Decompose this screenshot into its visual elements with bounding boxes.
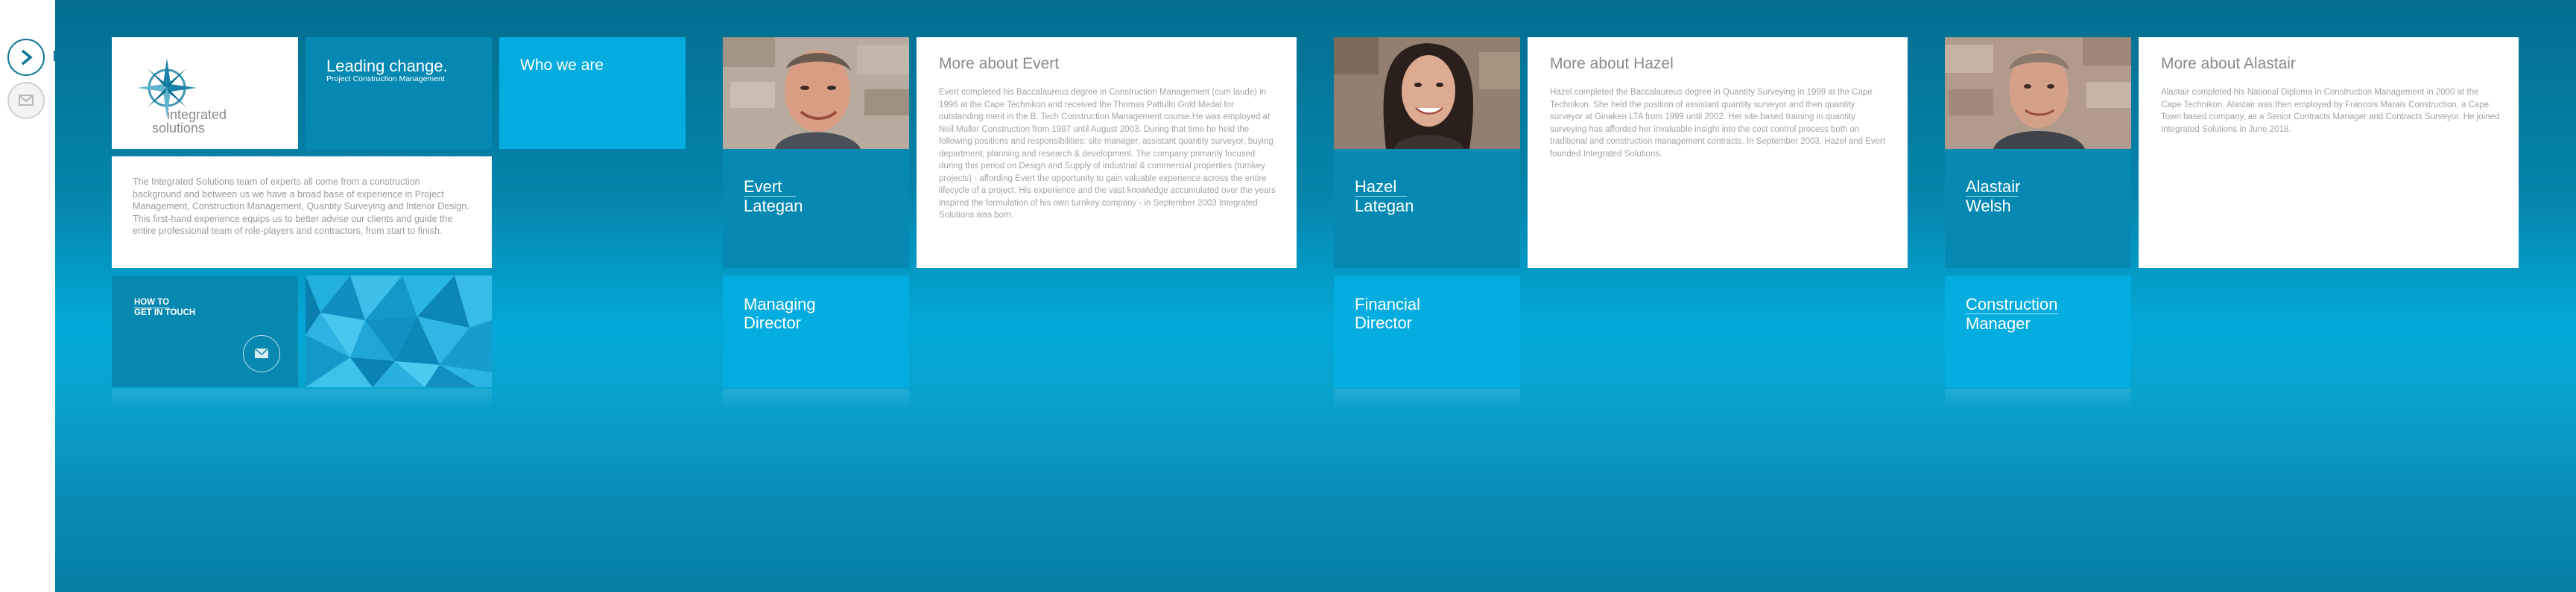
brand-title: Leading change. xyxy=(326,57,448,75)
alastair-bio-tile: More about Alastair Alastair completed h… xyxy=(2139,37,2519,268)
who-we-are-tile[interactable]: Who we are xyxy=(499,37,686,149)
triangle-pattern xyxy=(306,276,492,387)
alastair-role-tile[interactable]: Construction Manager xyxy=(1945,276,2131,387)
brand-subtitle: Project Construction Management xyxy=(326,74,445,83)
portrait-woman xyxy=(1334,37,1520,149)
evert-role-line2: Director xyxy=(744,313,802,332)
next-nav-button[interactable] xyxy=(7,39,45,76)
mail-icon xyxy=(254,347,268,358)
contact-line1: HOW TO xyxy=(134,298,170,308)
alastair-more-title: More about Alastair xyxy=(2161,55,2296,72)
geometric-pattern-tile xyxy=(306,276,492,387)
alastair-role-line2: Manager xyxy=(1966,314,2031,333)
portrait-man-1 xyxy=(723,37,909,149)
evert-first-name: Evert xyxy=(744,177,782,196)
alastair-first-name: Alastair xyxy=(1966,177,2021,196)
evert-name-tile[interactable]: Evert Lategan xyxy=(723,149,909,268)
hazel-last-name: Lategan xyxy=(1355,197,1414,215)
evert-last-name: Lategan xyxy=(744,197,803,215)
evert-bio-tile: More about Evert Evert completed his Bac… xyxy=(917,37,1297,268)
evert-reflection xyxy=(723,389,909,410)
contact-line2: GET IN TOUCH xyxy=(134,308,196,317)
evert-bio-text: Evert completed his Baccalaureus degree … xyxy=(939,88,1276,220)
hazel-first-name: Hazel xyxy=(1355,177,1397,196)
evert-role-line1: Managing xyxy=(744,295,816,313)
hazel-role-tile[interactable]: Financial Director xyxy=(1334,276,1520,387)
mail-icon xyxy=(19,95,34,106)
hazel-reflection xyxy=(1334,389,1520,410)
hazel-bio-tile: More about Hazel Hazel completed the Bac… xyxy=(1528,37,1908,268)
evert-more-title: More about Evert xyxy=(939,55,1060,72)
alastair-bio-text: Alastair completed his National Diploma … xyxy=(2161,88,2500,134)
alastair-last-name: Welsh xyxy=(1966,197,2011,215)
hazel-photo xyxy=(1334,37,1520,149)
alastair-name-tile[interactable]: Alastair Welsh xyxy=(1945,149,2131,268)
active-pointer xyxy=(54,50,61,62)
who-we-are-title: Who we are xyxy=(520,57,604,74)
hazel-more-title: More about Hazel xyxy=(1550,55,1674,72)
alastair-reflection xyxy=(1945,389,2131,410)
alastair-role-line1: Construction xyxy=(1966,295,2058,314)
logo-tile[interactable]: integrated solutions xyxy=(112,37,298,149)
contact-tile[interactable]: HOW TO GET IN TOUCH xyxy=(112,276,298,387)
evert-photo xyxy=(723,37,909,149)
alastair-photo xyxy=(1945,37,2131,149)
evert-role-tile[interactable]: Managing Director xyxy=(723,276,909,387)
hazel-bio-text: Hazel completed the Baccalaureus degree … xyxy=(1550,88,1886,159)
intro-reflection xyxy=(112,389,492,410)
about-tile: The Integrated Solutions team of experts… xyxy=(112,156,492,268)
portrait-man-2 xyxy=(1945,37,2131,149)
contact-mail-button[interactable] xyxy=(243,335,280,372)
hazel-role-line1: Financial xyxy=(1355,295,1421,313)
chevron-right-icon xyxy=(21,49,33,66)
mail-nav-button[interactable] xyxy=(7,82,45,119)
hazel-name-tile[interactable]: Hazel Lategan xyxy=(1334,149,1520,268)
logo-word-solutions: solutions xyxy=(152,121,206,136)
hazel-role-line2: Director xyxy=(1355,313,1413,332)
leading-change-tile[interactable]: Leading change. Project Construction Man… xyxy=(306,37,492,149)
about-text: The Integrated Solutions team of experts… xyxy=(133,176,469,236)
